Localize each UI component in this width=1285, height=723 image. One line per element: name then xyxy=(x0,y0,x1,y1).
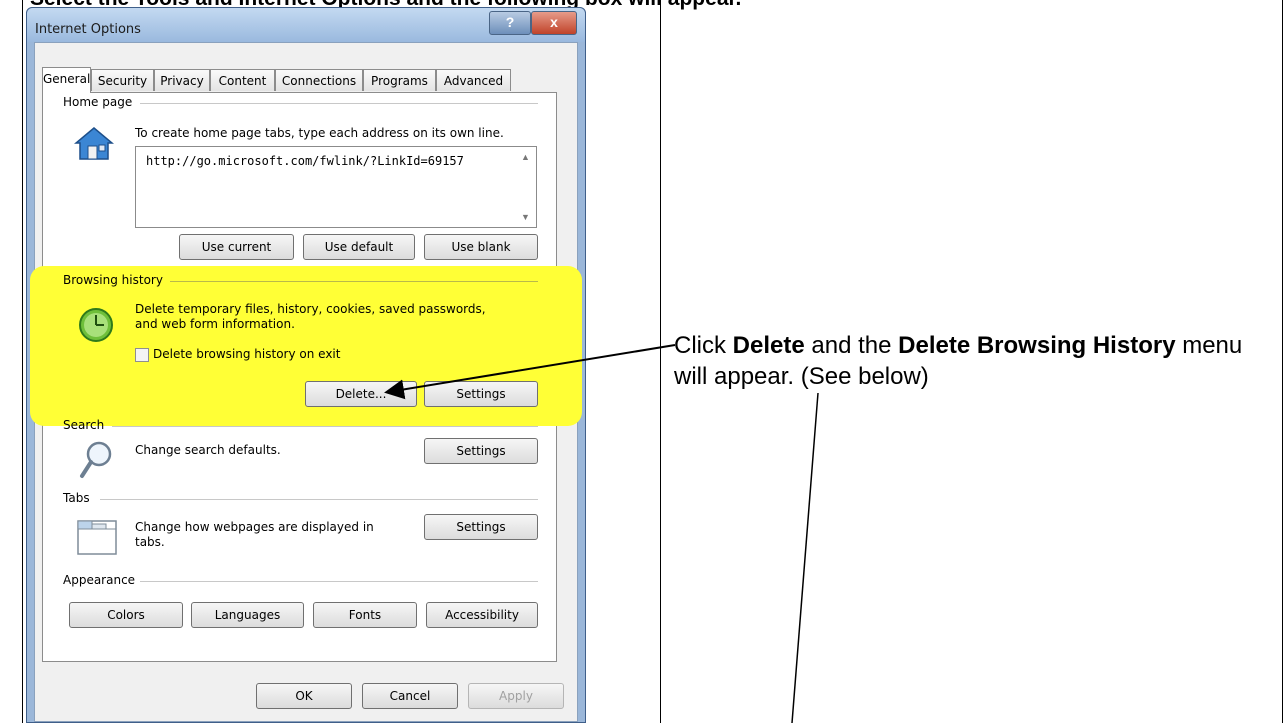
search-description: Change search defaults. xyxy=(135,443,281,457)
home-page-group-line xyxy=(140,103,538,104)
tab-content[interactable]: Content xyxy=(210,69,275,91)
tab-general[interactable]: General xyxy=(42,67,91,93)
tab-connections[interactable]: Connections xyxy=(275,69,363,91)
tab-security[interactable]: Security xyxy=(91,69,154,91)
cancel-button[interactable]: Cancel xyxy=(362,683,458,709)
browsing-history-description-line2: and web form information. xyxy=(135,317,295,331)
accessibility-button[interactable]: Accessibility xyxy=(426,602,538,628)
browsing-history-group-line xyxy=(170,281,538,282)
home-page-url-value: http://go.microsoft.com/fwlink/?LinkId=6… xyxy=(146,154,464,168)
callout-bold-delete-browsing-history: Delete Browsing History xyxy=(898,332,1176,359)
home-page-url-input[interactable]: http://go.microsoft.com/fwlink/?LinkId=6… xyxy=(135,146,537,228)
scroll-up-icon[interactable]: ▲ xyxy=(521,152,530,162)
apply-button[interactable]: Apply xyxy=(468,683,564,709)
browsing-history-settings-button[interactable]: Settings xyxy=(424,381,538,407)
home-page-instruction: To create home page tabs, type each addr… xyxy=(135,126,504,140)
delete-on-exit-label[interactable]: Delete browsing history on exit xyxy=(153,347,340,362)
tabs-settings-button[interactable]: Settings xyxy=(424,514,538,540)
annotation-callout: Click Delete and the Delete Browsing His… xyxy=(674,330,1254,392)
tabs-group-line xyxy=(100,499,538,500)
ok-button[interactable]: OK xyxy=(256,683,352,709)
table-divider xyxy=(660,0,661,723)
use-blank-button[interactable]: Use blank xyxy=(424,234,538,260)
languages-button[interactable]: Languages xyxy=(191,602,304,628)
delete-on-exit-checkbox[interactable] xyxy=(135,348,149,362)
search-group-line xyxy=(112,426,538,427)
magnifier-icon xyxy=(80,441,112,478)
table-border-left xyxy=(22,0,23,723)
help-button[interactable]: ? xyxy=(489,11,531,35)
tabs-group-label: Tabs xyxy=(63,491,94,505)
callout-text-2: and the xyxy=(804,332,899,359)
search-settings-button[interactable]: Settings xyxy=(424,438,538,464)
tab-privacy[interactable]: Privacy xyxy=(154,69,210,91)
delete-button[interactable]: Delete... xyxy=(305,381,417,407)
tabs-description-line1: Change how webpages are displayed in xyxy=(135,520,374,534)
home-page-group-label: Home page xyxy=(63,95,137,109)
callout-bold-delete: Delete xyxy=(732,332,805,359)
fonts-button[interactable]: Fonts xyxy=(313,602,417,628)
browsing-history-group-label: Browsing history xyxy=(63,273,163,287)
colors-button[interactable]: Colors xyxy=(69,602,183,628)
use-default-button[interactable]: Use default xyxy=(303,234,415,260)
tab-programs[interactable]: Programs xyxy=(363,69,436,91)
title-bar[interactable]: Internet Options ? x xyxy=(27,8,585,42)
tabs-settings-icon xyxy=(77,520,117,555)
table-border-right xyxy=(1282,0,1283,723)
browsing-history-description-line1: Delete temporary files, history, cookies… xyxy=(135,302,486,316)
close-button[interactable]: x xyxy=(531,11,577,35)
url-scrollbar[interactable]: ▲ ▼ xyxy=(518,149,534,225)
callout-text-1: Click xyxy=(674,332,733,359)
tab-advanced[interactable]: Advanced xyxy=(436,69,511,91)
appearance-group-label: Appearance xyxy=(63,573,140,587)
dialog-title: Internet Options xyxy=(35,22,141,37)
search-group-label: Search xyxy=(63,418,105,432)
house-icon xyxy=(74,127,114,160)
scroll-down-icon[interactable]: ▼ xyxy=(521,212,530,222)
appearance-group-line xyxy=(140,581,538,582)
history-clock-icon xyxy=(79,308,113,342)
use-current-button[interactable]: Use current xyxy=(179,234,294,260)
tabs-description-line2: tabs. xyxy=(135,535,165,549)
